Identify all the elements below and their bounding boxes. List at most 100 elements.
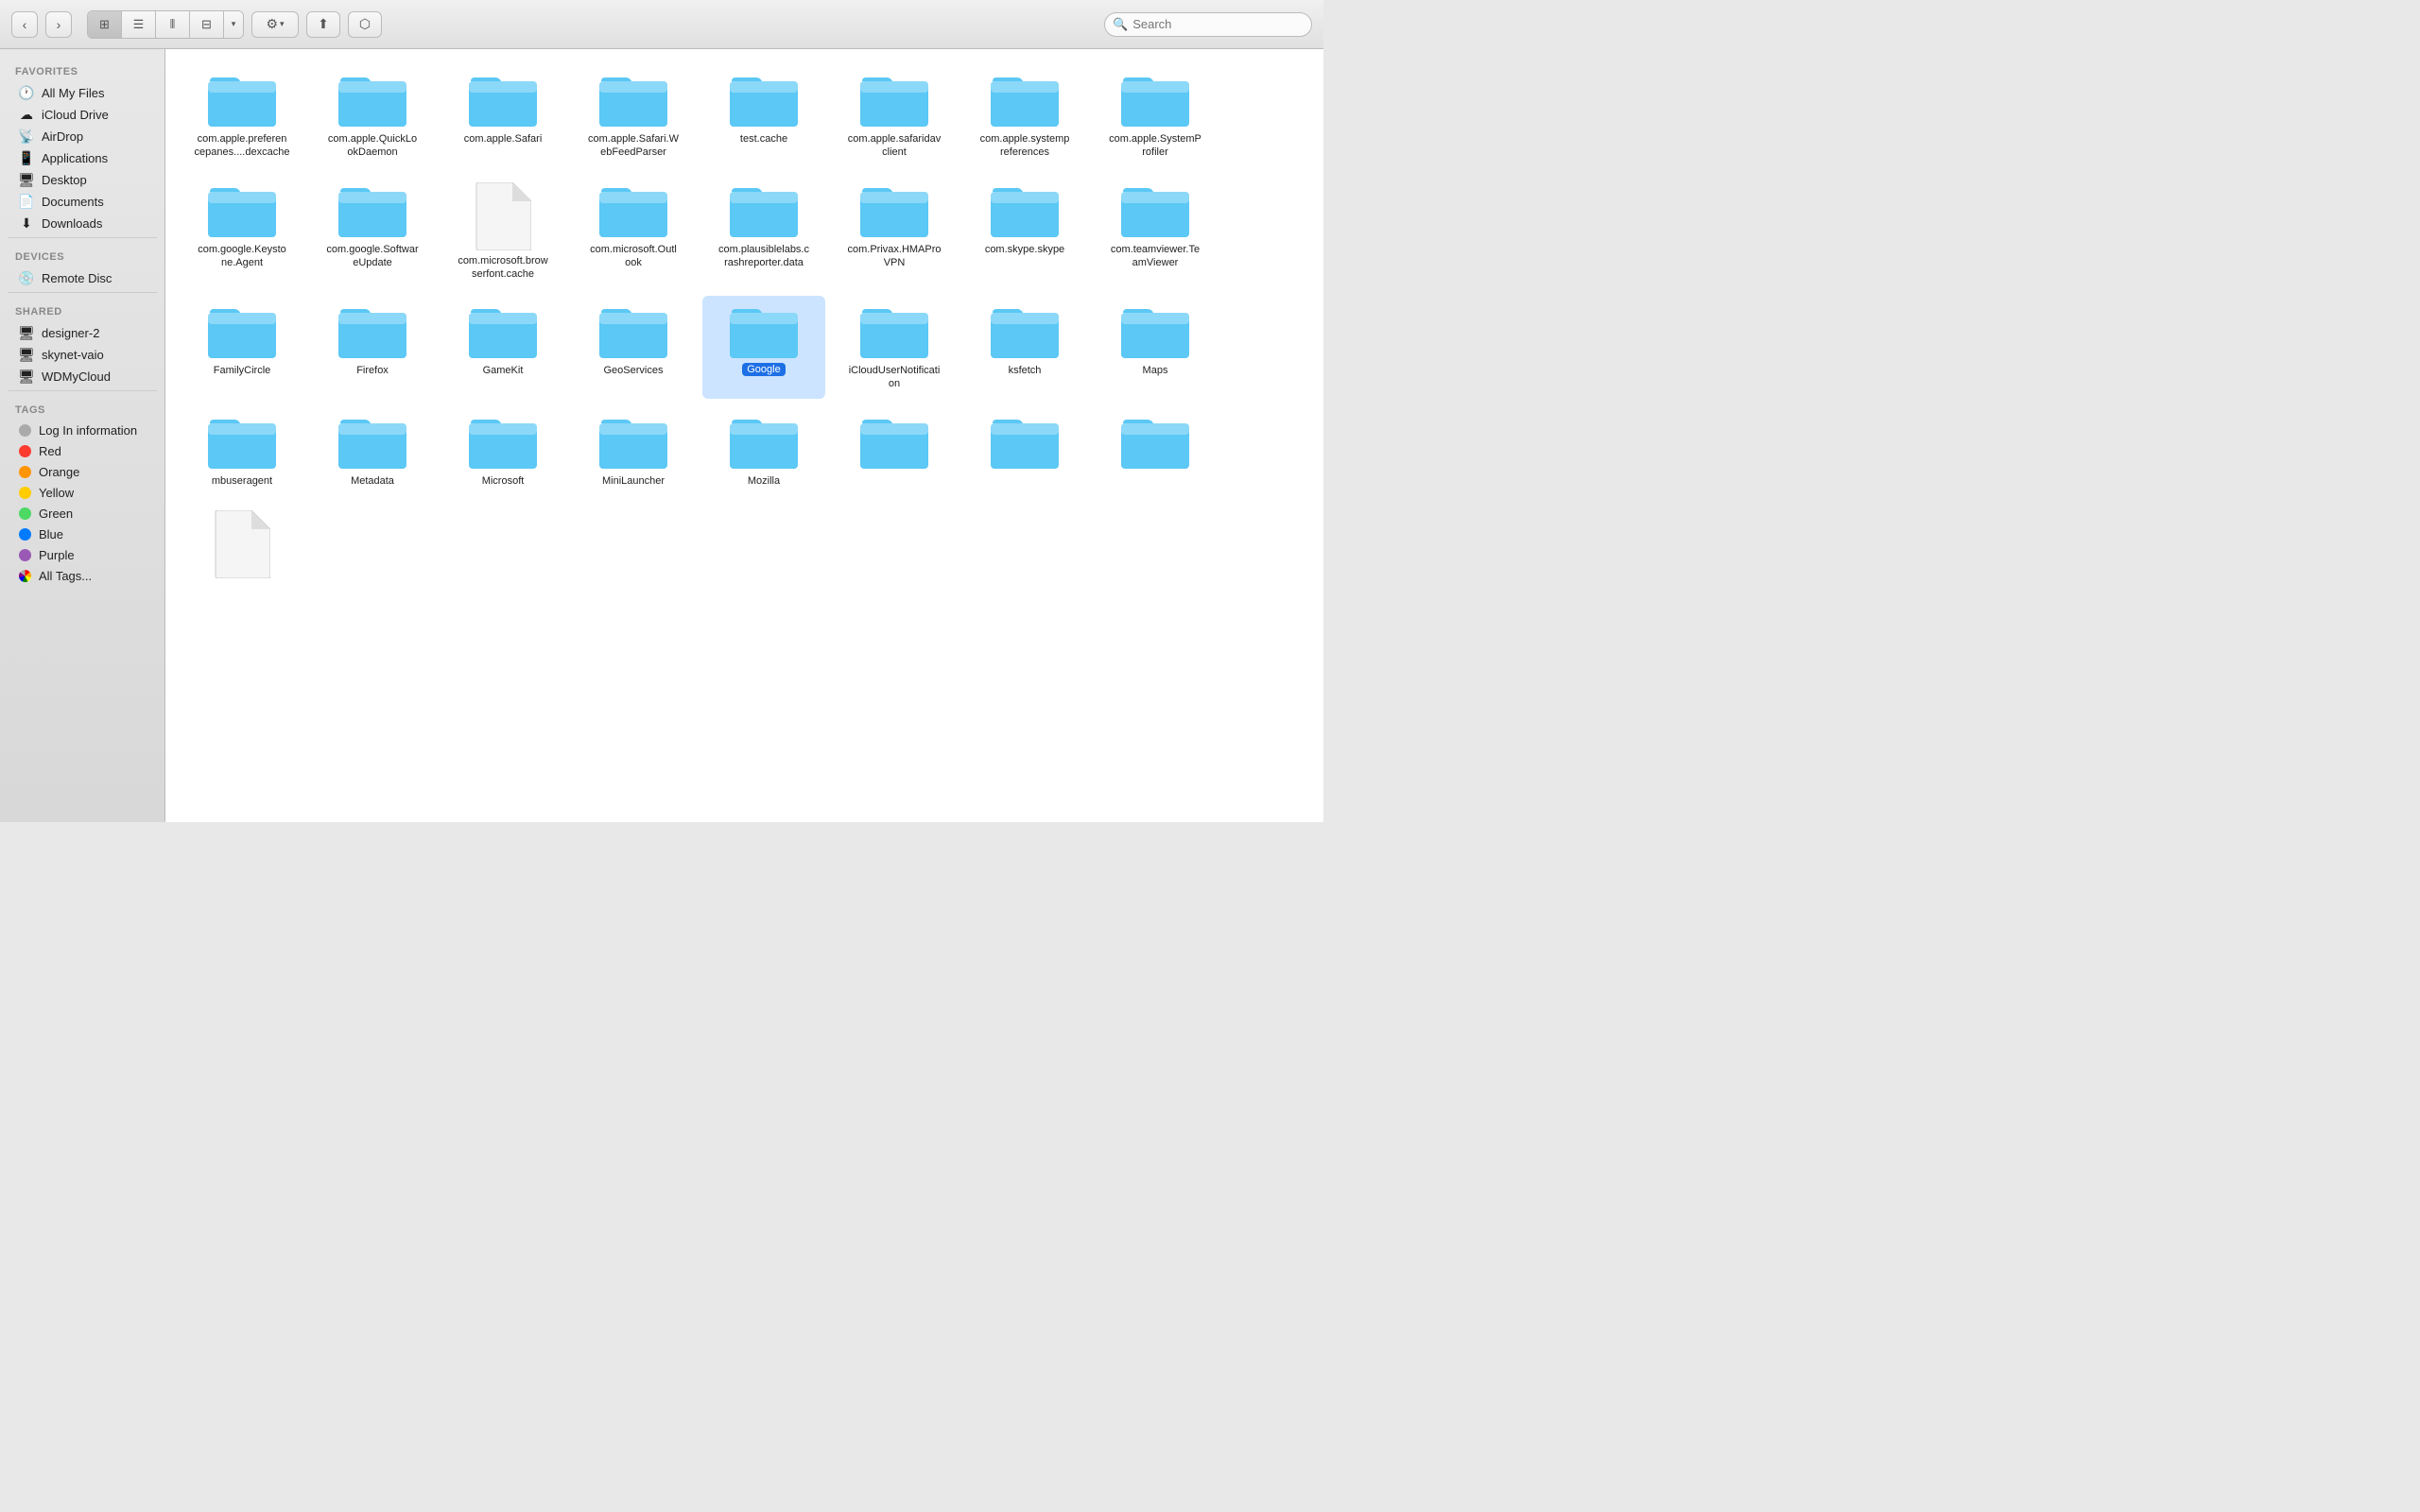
view-cover-button[interactable]: ⊟ [190,11,224,38]
sidebar-item-label: Documents [42,195,104,209]
ksfetch-icon [991,303,1059,360]
metadata-icon [338,414,406,471]
forward-button[interactable]: › [45,11,72,38]
file-item-com-skype-skype[interactable]: com.skype.skype [963,175,1086,289]
file-item-gamekit[interactable]: GameKit [441,296,564,399]
sidebar-item-yellow[interactable]: Yellow [4,483,161,503]
com-apple-prefcepanes-dexcache-icon [208,72,276,129]
shared-header: Shared [0,297,164,321]
sidebar-item-remote-disc[interactable]: 💿 Remote Disc [4,267,161,288]
file-content-area: com.apple.preferen cepanes....dexcacheco… [165,49,1323,822]
file-item-com-microsoft-outlook[interactable]: com.microsoft.Outl ook [572,175,695,289]
sidebar-item-all-my-files[interactable]: 🕐 All My Files [4,82,161,103]
sidebar-item-designer-2[interactable]: 🖥 designer-2 [4,322,161,343]
view-dropdown-button[interactable]: ▾ [224,11,243,38]
airdrop-icon: 📡 [19,129,34,144]
sidebar-item-green[interactable]: Green [4,504,161,524]
com-google-softwareupdate-icon [338,182,406,239]
sidebar-item-label: WDMyCloud [42,369,111,384]
file-item-firefox[interactable]: Firefox [311,296,434,399]
file-item-geoservices[interactable]: GeoServices [572,296,695,399]
sidebar-item-wdmycloud[interactable]: 🖥 WDMyCloud [4,366,161,387]
sidebar-item-desktop[interactable]: 🖥 Desktop [4,169,161,190]
file-item-test-cache[interactable]: test.cache [702,64,825,167]
sidebar-item-label: Red [39,444,61,458]
mbuseragent-icon [208,414,276,471]
search-box[interactable]: 🔍 [1104,12,1312,37]
file-item-com-apple-quicklookdaemon[interactable]: com.apple.QuickLo okDaemon [311,64,434,167]
sidebar-item-label: All My Files [42,86,104,100]
mozilla-label: Mozilla [748,474,780,488]
columns-view-icon: ⫴ [170,17,175,32]
sidebar-item-label: Applications [42,151,108,165]
com-apple-safari-icon [469,72,537,129]
sidebar-item-label: skynet-vaio [42,348,104,362]
file-item-ksfetch[interactable]: ksfetch [963,296,1086,399]
file-item-com-plausiblelabs-crashreporter[interactable]: com.plausiblelabs.c rashreporter.data [702,175,825,289]
sidebar-item-blue[interactable]: Blue [4,524,161,544]
file-item-mbuseragent[interactable]: mbuseragent [181,406,303,495]
file-item-folder-bottom-1[interactable] [833,406,956,495]
sidebar-item-all-tags[interactable]: All Tags... [4,566,161,586]
back-button[interactable]: ‹ [11,11,38,38]
sidebar-item-label: Yellow [39,486,74,500]
view-columns-button[interactable]: ⫴ [156,11,190,38]
file-item-com-privax-hmaprovpn[interactable]: com.Privax.HMAPro VPN [833,175,956,289]
com-google-keystoneagent-icon [208,182,276,239]
action-gear-button[interactable]: ⚙ ▾ [251,11,299,38]
cover-view-icon: ⊟ [201,17,212,32]
file-item-com-apple-safari-webfeedparser[interactable]: com.apple.Safari.W ebFeedParser [572,64,695,167]
file-item-com-apple-safaridavclient[interactable]: com.apple.safaridav client [833,64,956,167]
file-item-mozilla[interactable]: Mozilla [702,406,825,495]
file-item-com-apple-prefcepanes-dexcache[interactable]: com.apple.preferen cepanes....dexcache [181,64,303,167]
tags-header: Tags [0,395,164,420]
sidebar-item-documents[interactable]: 📄 Documents [4,191,161,212]
file-item-com-apple-systempreferences[interactable]: com.apple.systemp references [963,64,1086,167]
applications-icon: 📱 [19,150,34,165]
file-item-com-google-softwareupdate[interactable]: com.google.Softwar eUpdate [311,175,434,289]
geoservices-label: GeoServices [604,364,664,377]
file-item-familycircle[interactable]: FamilyCircle [181,296,303,399]
sidebar-item-airdrop[interactable]: 📡 AirDrop [4,126,161,146]
file-item-com-microsoft-browserfontcache[interactable]: com.microsoft.brow serfont.cache [441,175,564,289]
label-button[interactable]: ⬡ [348,11,382,38]
search-input[interactable] [1132,17,1304,31]
sidebar-item-log-in-information[interactable]: Log In information [4,421,161,440]
file-item-com-apple-systemprofiler[interactable]: com.apple.SystemP rofiler [1094,64,1217,167]
file-item-com-teamviewer-teamviewer[interactable]: com.teamviewer.Te amViewer [1094,175,1217,289]
firefox-icon [338,303,406,360]
sidebar-item-downloads[interactable]: ⬇ Downloads [4,213,161,233]
file-item-minilauncher[interactable]: MiniLauncher [572,406,695,495]
view-list-button[interactable]: ☰ [122,11,156,38]
file-item-microsoft[interactable]: Microsoft [441,406,564,495]
toolbar: ‹ › ⊞ ☰ ⫴ ⊟ ▾ ⚙ ▾ ⬆ ⬡ 🔍 [0,0,1323,49]
file-item-com-google-keystoneagent[interactable]: com.google.Keysto ne.Agent [181,175,303,289]
file-item-folder-bottom-2[interactable] [963,406,1086,495]
view-icon-button[interactable]: ⊞ [88,11,122,38]
sidebar-item-orange[interactable]: Orange [4,462,161,482]
file-item-icloudnotifications[interactable]: iCloudUserNotificati on [833,296,956,399]
sidebar-item-skynet-vaio[interactable]: 🖥 skynet-vaio [4,344,161,365]
sidebar-item-purple[interactable]: Purple [4,545,161,565]
view-dropdown-icon: ▾ [232,19,236,29]
file-item-folder-bottom-3[interactable] [1094,406,1217,495]
file-item-google[interactable]: Google [702,296,825,399]
google-icon [730,303,798,360]
file-item-maps[interactable]: Maps [1094,296,1217,399]
gamekit-icon [469,303,537,360]
file-item-doc-bottom[interactable] [181,503,303,590]
file-grid: com.apple.preferen cepanes....dexcacheco… [181,64,1308,590]
com-apple-safari-webfeedparser-label: com.apple.Safari.W ebFeedParser [581,132,685,160]
documents-icon: 📄 [19,194,34,209]
file-item-com-apple-safari[interactable]: com.apple.Safari [441,64,564,167]
sidebar-item-applications[interactable]: 📱 Applications [4,147,161,168]
devices-header: Devices [0,242,164,266]
com-teamviewer-teamviewer-icon [1121,182,1189,239]
com-microsoft-browserfontcache-label: com.microsoft.brow serfont.cache [451,254,555,282]
sidebar-item-icloud-drive[interactable]: ☁ iCloud Drive [4,104,161,125]
sidebar-item-red[interactable]: Red [4,441,161,461]
back-icon: ‹ [23,17,27,32]
share-button[interactable]: ⬆ [306,11,340,38]
file-item-metadata[interactable]: Metadata [311,406,434,495]
forward-icon: › [57,17,61,32]
